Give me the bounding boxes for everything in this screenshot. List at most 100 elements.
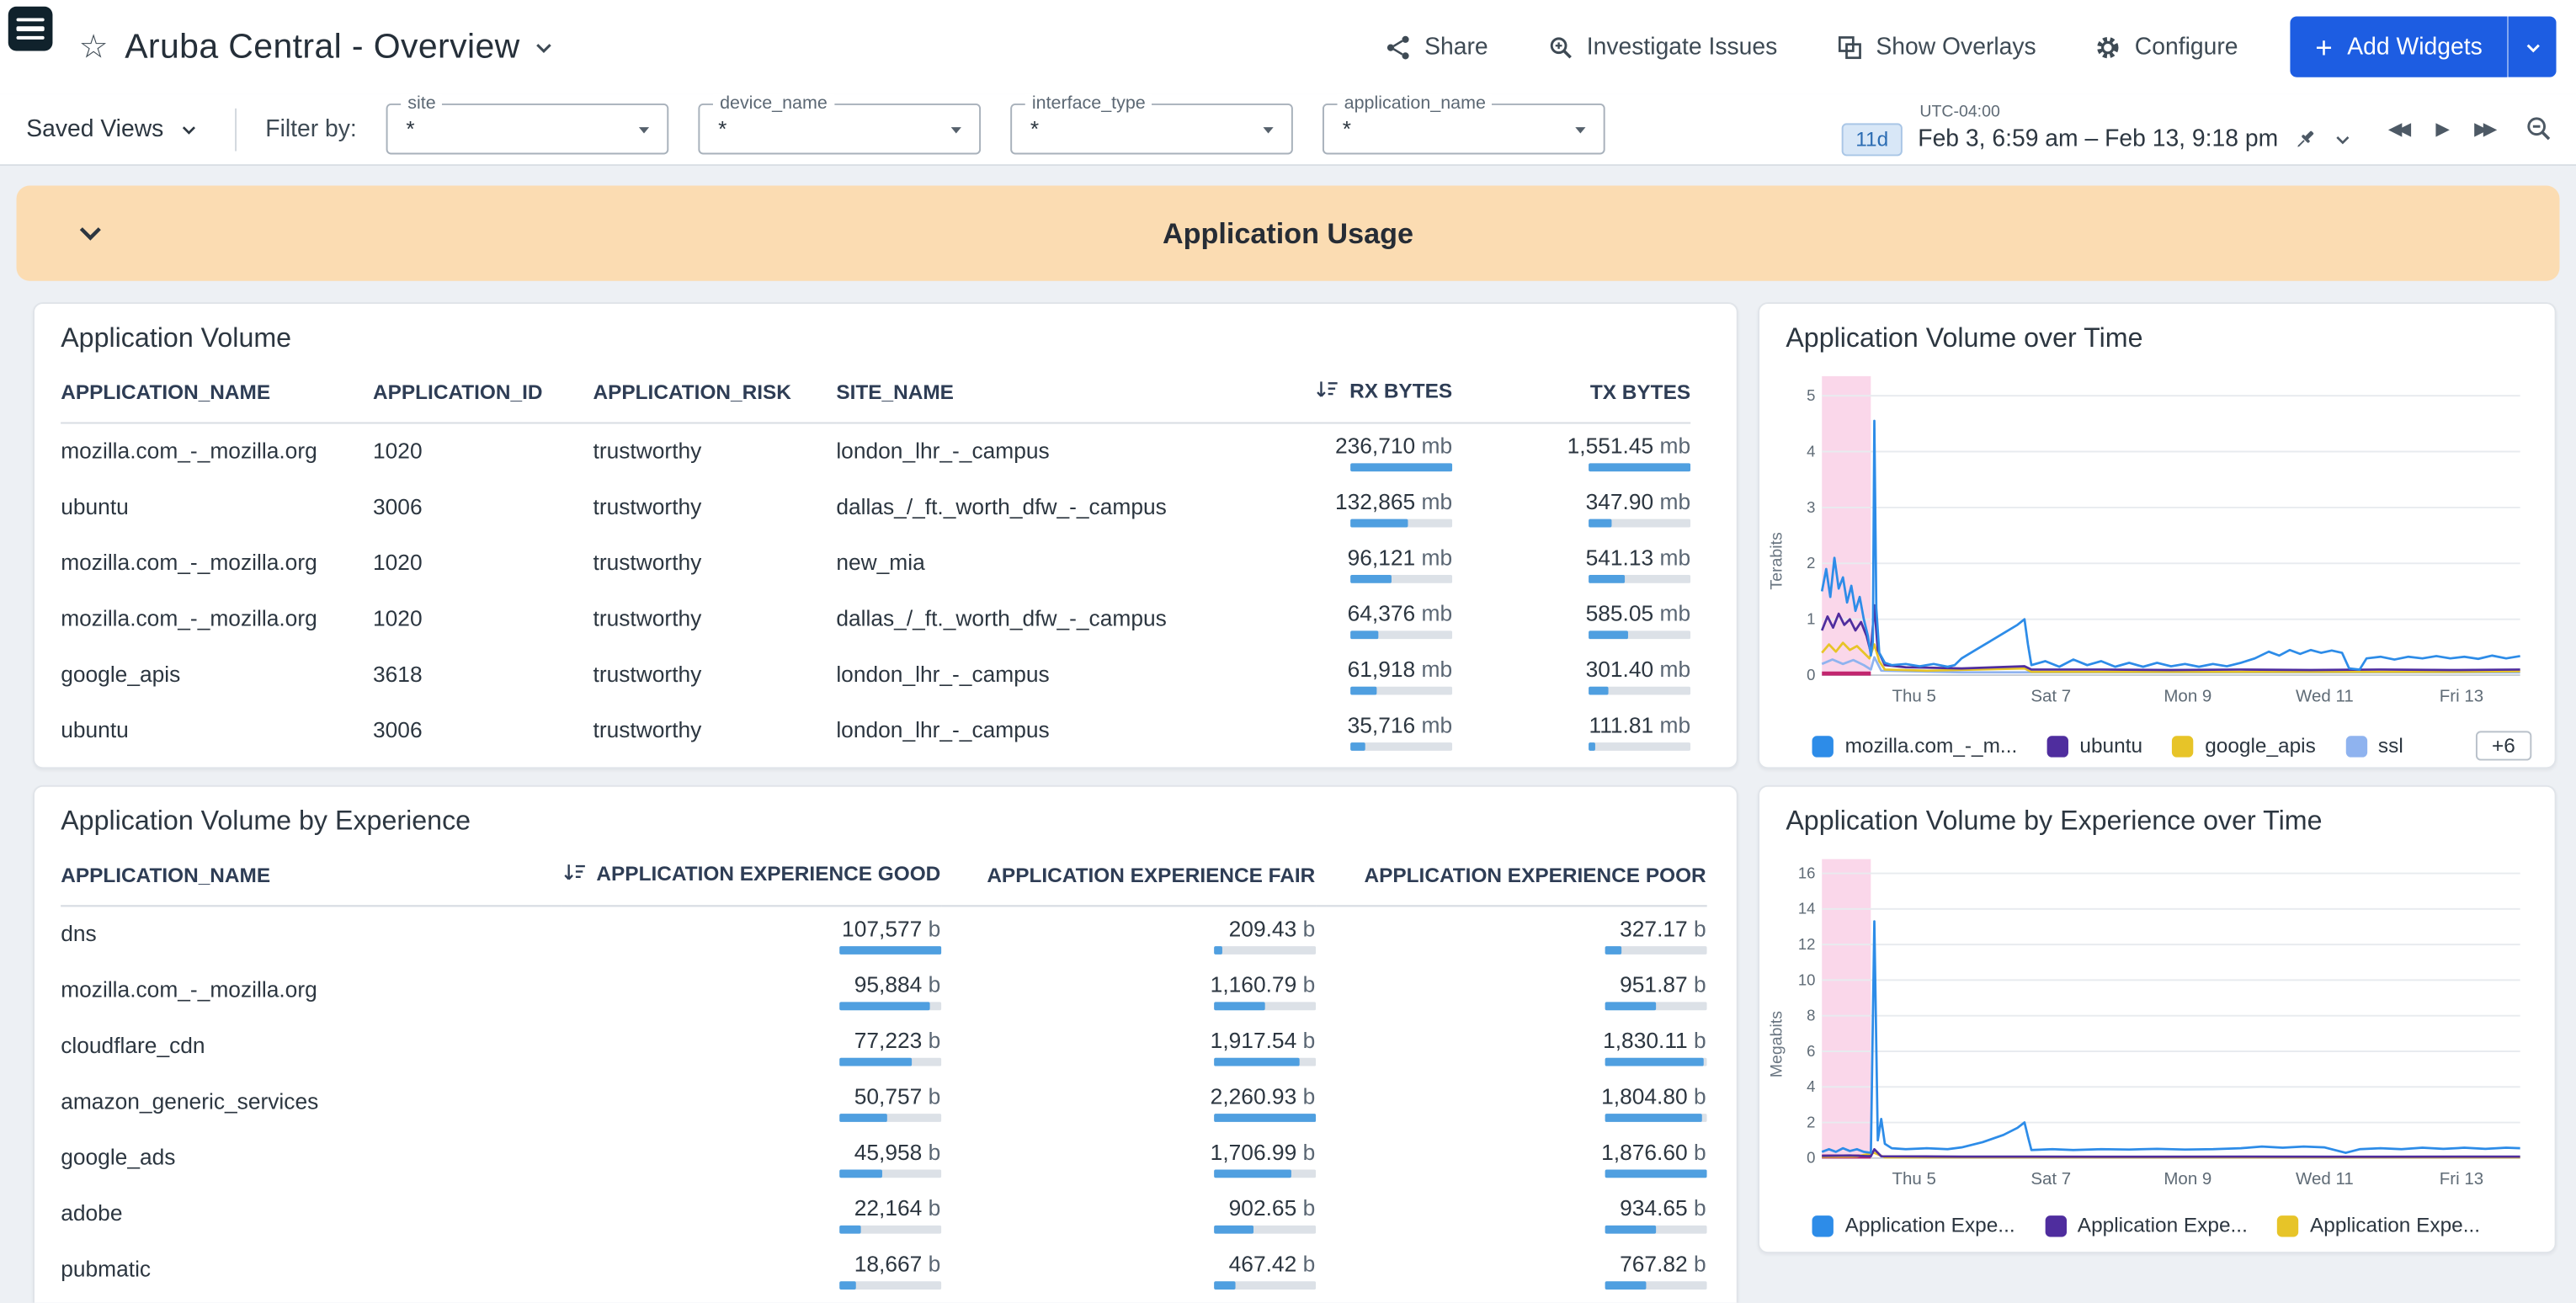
zoom-out-icon[interactable] (2525, 115, 2553, 143)
play-icon[interactable]: ▶ (2432, 115, 2447, 143)
rx-bytes-bar (1350, 687, 1452, 695)
experience-poor-bar (1605, 1114, 1706, 1122)
legend-more-badge[interactable]: +6 (2475, 731, 2531, 760)
filter-select-interface_type[interactable]: interface_type* (1010, 104, 1293, 154)
table-row[interactable]: adobe22,164 b902.65 b934.65 b (61, 1185, 1706, 1241)
column-header[interactable]: RX BYTES (1312, 366, 1452, 423)
column-header[interactable]: SITE_NAME (836, 366, 1312, 423)
table-row[interactable]: pubmatic18,667 b467.42 b767.82 b (61, 1241, 1706, 1296)
filter-label: interface_type (1025, 93, 1152, 113)
legend-item[interactable]: google_apis (2172, 734, 2316, 757)
tx-bytes-bar (1589, 630, 1690, 639)
tx-bytes-bar (1589, 464, 1690, 472)
table-row[interactable]: google_ads45,958 b1,706.99 b1,876.60 b (61, 1130, 1706, 1185)
table-row[interactable]: ubuntu3006trustworthylondon_lhr_-_campus… (61, 702, 1690, 758)
column-header[interactable]: APPLICATION_NAME (61, 849, 562, 906)
filter-by-label: Filter by: (265, 116, 356, 142)
chart-canvas: 012345Thu 5Sat 7Mon 9Wed 11Fri 13 (1789, 366, 2525, 715)
duration-badge[interactable]: 11d (1841, 122, 1903, 155)
table-row[interactable]: amazon_generic_services50,757 b2,260.93 … (61, 1073, 1706, 1129)
add-widgets-dropdown-button[interactable] (2507, 17, 2557, 77)
column-header-label: TX BYTES (1590, 381, 1690, 404)
site-name-cell: new_mia (836, 534, 1312, 590)
column-header[interactable]: APPLICATION EXPERIENCE FAIR (940, 849, 1315, 906)
legend-item[interactable]: ubuntu (2046, 734, 2142, 757)
table-row[interactable]: cloudflare_cdn77,223 b1,917.54 b1,830.11… (61, 1018, 1706, 1073)
filter-value: * (1030, 117, 1039, 141)
configure-gear-icon (2095, 34, 2121, 60)
app-root: ☆ Aruba Central - Overview ShareInvestig… (0, 0, 2576, 1303)
legend-item[interactable]: ssl (2345, 734, 2403, 757)
svg-text:Thu 5: Thu 5 (1892, 686, 1936, 705)
favorite-star-icon[interactable]: ☆ (79, 26, 109, 67)
saved-views-button[interactable]: Saved Views (19, 116, 205, 142)
time-dropdown-chevron-icon[interactable] (2333, 129, 2352, 148)
application-id-cell: 3006 (373, 758, 593, 769)
add-widgets-button[interactable]: + Add Widgets (2291, 17, 2507, 77)
column-header[interactable]: TX BYTES (1452, 366, 1690, 423)
column-header[interactable]: APPLICATION EXPERIENCE GOOD (562, 849, 940, 906)
column-header[interactable]: APPLICATION_ID (373, 366, 593, 423)
column-header[interactable]: APPLICATION EXPERIENCE POOR (1315, 849, 1706, 906)
column-header[interactable]: APPLICATION_NAME (61, 366, 373, 423)
table-row[interactable]: ubuntu3006trustworthynew_mia31,389 mb73.… (61, 758, 1690, 769)
experience-poor-bar (1605, 1002, 1706, 1010)
timezone-label: UTC-04:00 (1919, 103, 2352, 120)
table-row[interactable]: dns107,577 b209.43 b327.17 b (61, 906, 1706, 961)
rx-bytes-bar (1350, 742, 1452, 751)
chart-area[interactable]: 012345Thu 5Sat 7Mon 9Wed 11Fri 13 (1789, 366, 2541, 722)
filter-select-device_name[interactable]: device_name* (699, 104, 982, 154)
table-row[interactable]: mozilla.com_-_mozilla.org95,884 b1,160.7… (61, 962, 1706, 1018)
legend-item[interactable]: Application Expe... (2277, 1214, 2480, 1237)
application-risk-cell: trustworthy (593, 646, 837, 702)
site-name-cell: london_lhr_-_campus (836, 646, 1312, 702)
action-show-overlays[interactable]: Show Overlays (1837, 34, 2036, 60)
experience-poor-bar (1605, 947, 1706, 955)
svg-text:2: 2 (1807, 1113, 1815, 1130)
legend-label: Application Expe... (1845, 1214, 2015, 1237)
card-title: Application Volume by Experience (35, 787, 1737, 849)
legend-item[interactable]: Application Expe... (2045, 1214, 2248, 1237)
table-row[interactable]: mozilla.com_-_mozilla.org1020trustworthy… (61, 534, 1690, 590)
table-row[interactable]: ubuntu3006trustworthydallas_/_ft._worth_… (61, 479, 1690, 534)
time-range-text[interactable]: Feb 3, 6:59 am – Feb 13, 9:18 pm (1918, 125, 2278, 152)
unit-label: b (1688, 1252, 1706, 1276)
column-header-label: APPLICATION_ID (373, 381, 542, 404)
card-title: Application Volume by Experience over Ti… (1759, 787, 2555, 849)
legend-swatch (2172, 735, 2193, 756)
experience-poor-cell: 1,830.11 b (1315, 1018, 1706, 1073)
card-title: Application Volume (35, 304, 1737, 366)
chart-area[interactable]: 0246810121416Thu 5Sat 7Mon 9Wed 11Fri 13 (1789, 849, 2541, 1205)
table-row[interactable]: mozilla.com_-_mozilla.org1020trustworthy… (61, 591, 1690, 646)
tx-bytes-bar (1589, 687, 1690, 695)
action-share[interactable]: Share (1385, 34, 1488, 60)
hamburger-menu-icon[interactable] (8, 7, 53, 51)
legend-item[interactable]: mozilla.com_-_m... (1812, 734, 2018, 757)
application-name-cell: mozilla.com_-_mozilla.org (61, 423, 373, 479)
filter-select-application_name[interactable]: application_name* (1323, 104, 1605, 154)
action-investigate-issues[interactable]: Investigate Issues (1547, 34, 1777, 60)
filter-select-site[interactable]: site* (386, 104, 669, 154)
application-name-cell: mozilla.com_-_mozilla.org (61, 534, 373, 590)
title-chevron-down-icon[interactable] (531, 35, 554, 58)
action-configure[interactable]: Configure (2095, 34, 2238, 60)
rewind-icon[interactable]: ◀◀ (2385, 115, 2409, 143)
pin-icon[interactable] (2293, 126, 2318, 151)
unit-label: b (922, 1196, 940, 1221)
unit-label: b (1296, 1252, 1315, 1276)
unit-label: b (922, 1084, 940, 1109)
column-header[interactable]: APPLICATION_RISK (593, 366, 837, 423)
table-row[interactable]: google_apis3618trustworthylondon_lhr_-_c… (61, 646, 1690, 702)
fast-forward-icon[interactable]: ▶▶ (2471, 115, 2495, 143)
legend-item[interactable]: Application Expe... (1812, 1214, 2015, 1237)
application-risk-cell: trustworthy (593, 423, 837, 479)
chart-legend: Application Expe... Application Expe... Ap… (1759, 1205, 2555, 1237)
application-name-cell: adobe (61, 1185, 562, 1241)
experience-fair-bar (1213, 1169, 1315, 1178)
column-header-label: SITE_NAME (836, 381, 954, 404)
legend-label: google_apis (2205, 734, 2316, 757)
experience-good-bar (838, 1114, 940, 1122)
column-header-label: APPLICATION EXPERIENCE GOOD (596, 863, 940, 886)
rx-bytes-cell: 31,389 mb (1312, 758, 1452, 769)
table-row[interactable]: mozilla.com_-_mozilla.org1020trustworthy… (61, 423, 1690, 479)
